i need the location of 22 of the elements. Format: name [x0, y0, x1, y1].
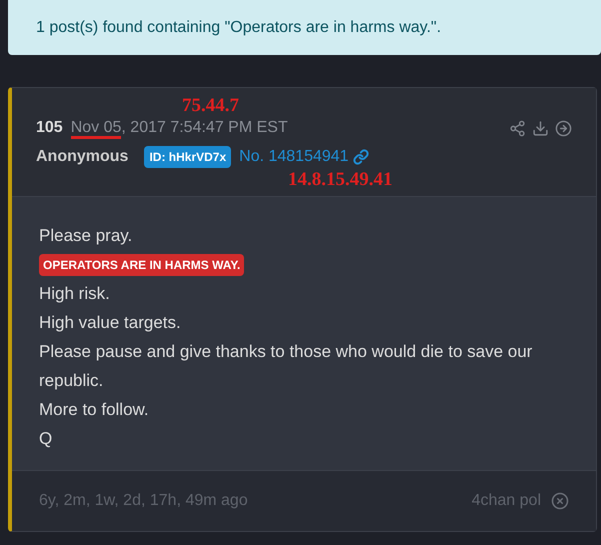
post-age: 6y, 2m, 1w, 2d, 17h, 49m ago: [39, 491, 248, 511]
post-number-link[interactable]: No. 148154941: [239, 145, 349, 169]
highlighted-text: OPERATORS ARE IN HARMS WAY.: [39, 254, 244, 276]
annotation-text: 75.44.7: [182, 94, 239, 118]
post-line: Please pause and give thanks to those who would die to save our republic.: [39, 341, 534, 392]
post-line: Q: [39, 428, 54, 450]
arrow-right-icon[interactable]: [555, 120, 572, 136]
author-name: Anonymous: [36, 147, 128, 167]
post-line: Please pray.: [39, 225, 134, 247]
post-number: 105: [36, 118, 63, 138]
post-line: More to follow.: [39, 399, 150, 421]
close-icon[interactable]: [551, 492, 569, 510]
download-icon[interactable]: [532, 120, 549, 136]
annotation-text: 14.8.15.49.41: [288, 168, 392, 192]
link-icon[interactable]: [352, 149, 369, 165]
post-line: High risk.: [39, 283, 111, 305]
post-line: High value targets.: [39, 312, 182, 334]
post-date: Nov 05, 2017 7:54:47 PM EST: [70, 116, 288, 140]
alert-text: 1 post(s) found containing "Operators are in harms way.".: [36, 18, 442, 38]
share-icon[interactable]: [509, 120, 526, 136]
source-label: 4chan pol: [472, 491, 541, 511]
id-badge: ID: hHkrVD7x: [144, 146, 232, 168]
